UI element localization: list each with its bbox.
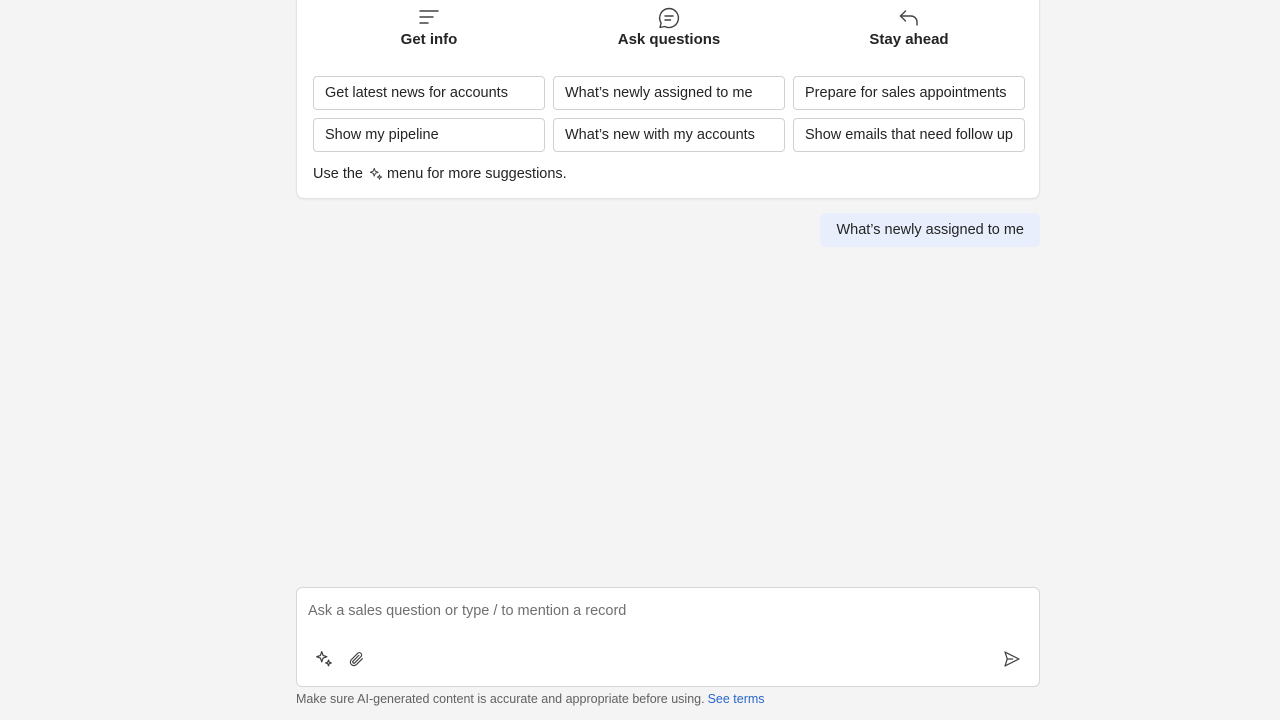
- prompt-chip-new-with-accounts[interactable]: What’s new with my accounts: [553, 118, 785, 152]
- column-title-get-info: Get info: [400, 31, 458, 48]
- column-title-stay-ahead: Stay ahead: [869, 31, 949, 48]
- prompt-guide-button[interactable]: [312, 647, 336, 671]
- column-title-ask-questions: Ask questions: [617, 31, 721, 48]
- send-button[interactable]: [1000, 647, 1024, 671]
- attach-button[interactable]: [344, 647, 368, 671]
- reply-arrow-icon: [899, 10, 918, 26]
- text-lines-icon: [419, 10, 439, 24]
- ai-disclaimer: Make sure AI-generated content is accura…: [296, 692, 765, 706]
- column-get-info: Get info: [313, 1, 545, 48]
- hint-suffix: menu for more suggestions.: [386, 166, 567, 182]
- send-icon: [1004, 651, 1020, 667]
- user-message-bubble: What’s newly assigned to me: [820, 213, 1040, 247]
- prompt-chip-prepare-appointments[interactable]: Prepare for sales appointments: [793, 76, 1025, 110]
- sparkle-icon: [369, 167, 383, 180]
- hint-prefix: Use the: [313, 166, 363, 182]
- prompt-chip-latest-news[interactable]: Get latest news for accounts: [313, 76, 545, 110]
- paperclip-icon: [349, 651, 363, 666]
- prompt-chip-emails-follow-up[interactable]: Show emails that need follow up: [793, 118, 1025, 152]
- see-terms-link[interactable]: See terms: [708, 692, 765, 706]
- chat-composer: [296, 587, 1040, 687]
- column-stay-ahead: Stay ahead: [793, 1, 1025, 48]
- sparkle-icon: [316, 651, 332, 667]
- disclaimer-text: Make sure AI-generated content is accura…: [296, 692, 705, 706]
- suggestions-card: … Get info Ask questions Stay ahead Get …: [296, 0, 1040, 199]
- chat-bubble-icon: [658, 7, 680, 29]
- column-ask-questions: Ask questions: [553, 1, 785, 48]
- prompt-chip-newly-assigned[interactable]: What’s newly assigned to me: [553, 76, 785, 110]
- chat-input[interactable]: [308, 600, 1008, 622]
- prompt-chip-show-pipeline[interactable]: Show my pipeline: [313, 118, 545, 152]
- suggestions-hint: Use the menu for more suggestions.: [313, 166, 567, 182]
